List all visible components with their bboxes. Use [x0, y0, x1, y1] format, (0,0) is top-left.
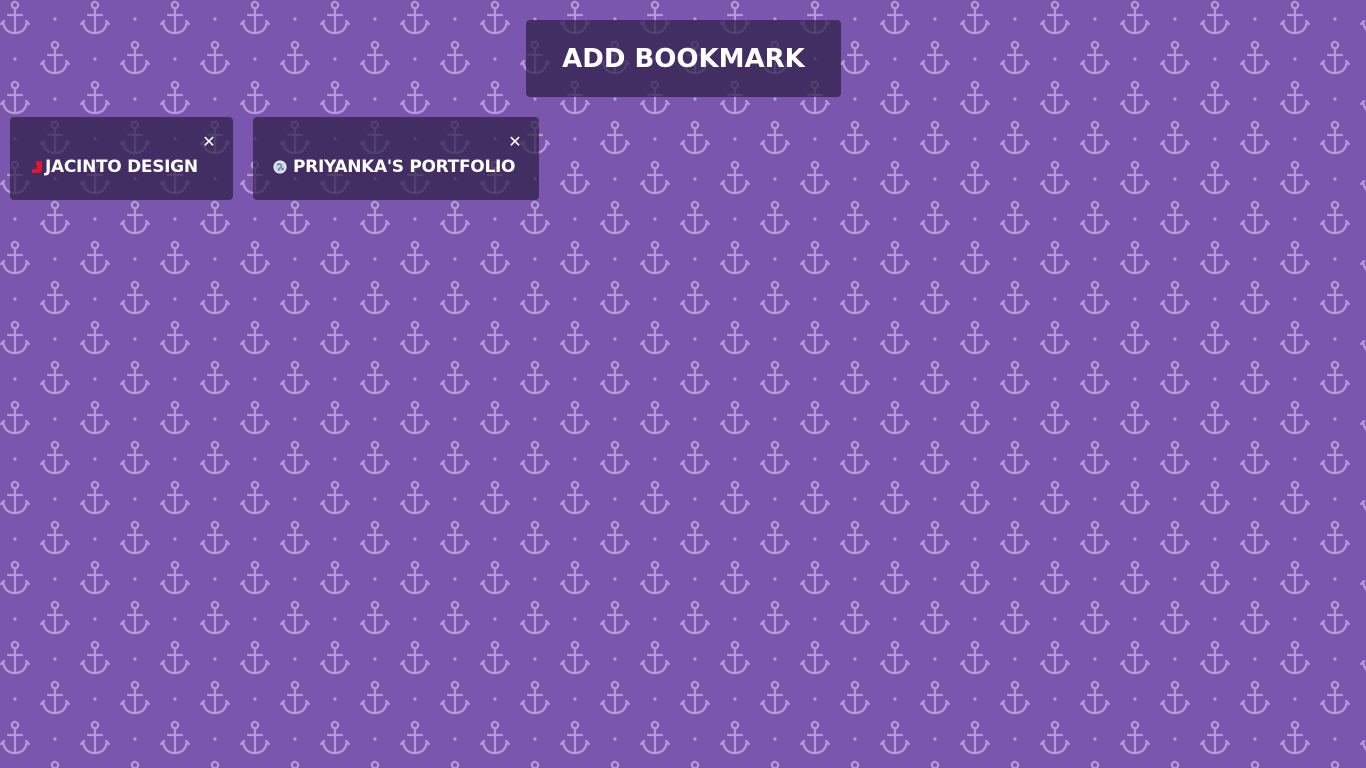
bookmark-link[interactable]: PRIYANKA'S PORTFOLIO	[273, 157, 515, 177]
bookmark-jacinto-design[interactable]: ✕ JACINTO DESIGN	[10, 117, 233, 200]
close-icon[interactable]: ✕	[202, 134, 216, 150]
add-bookmark-label: ADD BOOKMARK	[562, 43, 805, 74]
bookmark-label: JACINTO DESIGN	[45, 157, 198, 177]
add-bookmark-button[interactable]: ADD BOOKMARK	[526, 20, 841, 97]
globe-icon	[273, 160, 287, 174]
close-icon[interactable]: ✕	[508, 134, 522, 150]
jacinto-favicon-icon	[32, 161, 42, 173]
bookmark-link[interactable]: JACINTO DESIGN	[30, 157, 198, 177]
bookmark-label: PRIYANKA'S PORTFOLIO	[293, 157, 516, 177]
anchor-pattern-background	[0, 0, 1366, 768]
bookmark-priyankas-portfolio[interactable]: ✕ PRIYANKA'S PORTFOLIO	[253, 117, 539, 200]
